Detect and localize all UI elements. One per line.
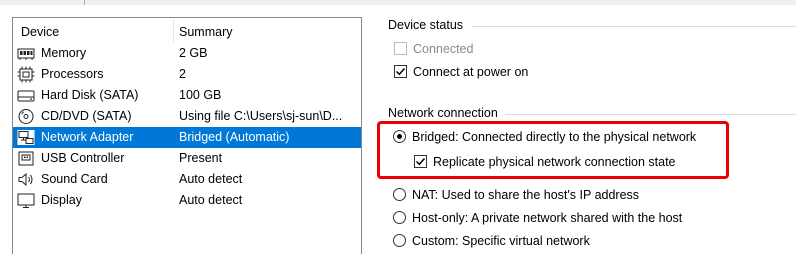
device-summary: Bridged (Automatic) bbox=[179, 130, 290, 144]
device-summary: 100 GB bbox=[179, 88, 222, 102]
host-only-label: Host-only: A private network shared with… bbox=[412, 211, 683, 225]
device-name: USB Controller bbox=[41, 151, 125, 165]
list-header: Device Summary bbox=[13, 18, 361, 44]
device-summary: Auto detect bbox=[179, 172, 243, 186]
sound-icon bbox=[17, 171, 35, 188]
custom-label: Custom: Specific virtual network bbox=[412, 234, 590, 248]
device-summary: 2 GB bbox=[179, 46, 208, 60]
device-name: Hard Disk (SATA) bbox=[41, 88, 139, 102]
device-name: Sound Card bbox=[41, 172, 108, 186]
tab-strip bbox=[0, 0, 796, 5]
nat-label: NAT: Used to share the host's IP address bbox=[412, 188, 640, 202]
network-connection-title: Network connection bbox=[388, 106, 498, 120]
host-only-radio[interactable] bbox=[393, 211, 406, 224]
group-divider bbox=[472, 26, 796, 27]
hard-disk-icon bbox=[17, 87, 35, 104]
device-name: Processors bbox=[41, 67, 104, 81]
column-divider[interactable] bbox=[173, 20, 174, 42]
processor-icon bbox=[17, 66, 35, 83]
device-row-network-adapter[interactable]: Network Adapter Bridged (Automatic) bbox=[13, 127, 361, 148]
memory-icon bbox=[17, 45, 35, 62]
device-summary: Auto detect bbox=[179, 193, 243, 207]
device-summary: 2 bbox=[179, 67, 186, 81]
checkmark-icon bbox=[395, 67, 406, 76]
network-adapter-icon bbox=[17, 129, 35, 146]
device-row-sound-card[interactable]: Sound Card Auto detect bbox=[13, 169, 361, 190]
device-row-hard-disk[interactable]: Hard Disk (SATA) 100 GB bbox=[13, 85, 361, 106]
device-list[interactable]: Device Summary Memory 2 GB Processors 2 … bbox=[12, 17, 362, 254]
device-name: Network Adapter bbox=[41, 130, 134, 144]
cd-dvd-icon bbox=[17, 108, 35, 125]
device-name: Memory bbox=[41, 46, 87, 60]
custom-radio[interactable] bbox=[393, 234, 406, 247]
column-header-device[interactable]: Device bbox=[21, 18, 59, 44]
device-status-title: Device status bbox=[388, 18, 464, 32]
device-row-memory[interactable]: Memory 2 GB bbox=[13, 43, 361, 64]
device-summary: Using file C:\Users\sj-sun\D... bbox=[179, 109, 343, 123]
usb-icon bbox=[17, 150, 35, 167]
connected-label: Connected bbox=[413, 42, 474, 56]
tab-edge bbox=[84, 0, 85, 5]
connected-checkbox[interactable] bbox=[394, 42, 407, 55]
display-icon bbox=[17, 192, 35, 209]
device-name: CD/DVD (SATA) bbox=[41, 109, 132, 123]
device-row-processors[interactable]: Processors 2 bbox=[13, 64, 361, 85]
device-name: Display bbox=[41, 193, 82, 207]
device-row-cd-dvd[interactable]: CD/DVD (SATA) Using file C:\Users\sj-sun… bbox=[13, 106, 361, 127]
group-divider bbox=[505, 114, 796, 115]
device-row-usb-controller[interactable]: USB Controller Present bbox=[13, 148, 361, 169]
device-summary: Present bbox=[179, 151, 223, 165]
connect-at-power-on-label: Connect at power on bbox=[413, 65, 529, 79]
device-row-display[interactable]: Display Auto detect bbox=[13, 190, 361, 211]
column-header-summary[interactable]: Summary bbox=[179, 18, 232, 44]
connect-at-power-on-checkbox[interactable] bbox=[394, 65, 407, 78]
nat-radio[interactable] bbox=[393, 188, 406, 201]
highlight-annotation bbox=[377, 121, 729, 179]
